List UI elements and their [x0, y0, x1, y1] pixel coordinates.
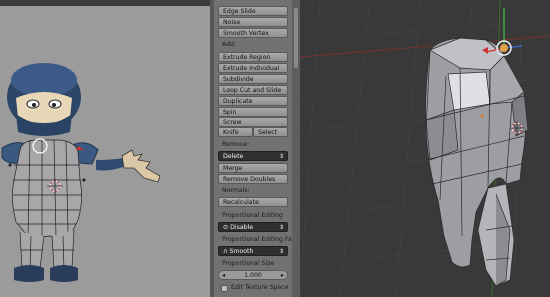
add-section-label: Add:	[222, 41, 237, 48]
scrollbar-thumb[interactable]	[294, 8, 298, 68]
proportional-falloff-label: Proportional Editing Fall	[222, 236, 296, 243]
3d-viewport[interactable]	[300, 0, 550, 297]
edit-texture-space-label: Edit Texture Space	[231, 284, 289, 291]
up-down-arrows-icon: ⇕	[278, 248, 284, 255]
extrude-region-button[interactable]: Extrude Region	[218, 52, 288, 62]
3d-scene	[300, 0, 550, 297]
smooth-falloff-icon: ∩	[223, 248, 228, 255]
proportional-editing-value: Disable	[230, 224, 254, 231]
proportional-size-field[interactable]: ◂ 1.000 ▸	[218, 270, 288, 280]
proportional-size-label: Proportional Size	[222, 260, 275, 267]
knife-button[interactable]: Knife	[218, 127, 253, 137]
ninja-face	[16, 92, 72, 123]
transform-manipulator-icon	[482, 8, 523, 56]
reference-viewport[interactable]	[0, 0, 214, 297]
proportional-editing-label: Proportional Editing	[222, 212, 283, 219]
normals-section-label: Normals:	[222, 187, 250, 194]
duplicate-button[interactable]: Duplicate	[218, 96, 288, 106]
recalculate-button[interactable]: Recalculate	[218, 197, 288, 207]
proportional-editing-dropdown[interactable]: ⊙ Disable ⇕	[218, 222, 288, 232]
tool-shelf-scrollbar[interactable]	[292, 0, 300, 297]
left-arrow-icon[interactable]: ◂	[222, 271, 225, 280]
knife-select-button[interactable]: Select	[253, 127, 288, 137]
edit-texture-space-checkbox[interactable]	[221, 285, 228, 292]
merge-button[interactable]: Merge	[218, 163, 288, 173]
delete-dropdown-label: Delete	[223, 153, 244, 160]
delete-dropdown[interactable]: Delete ⇕	[218, 151, 288, 161]
proportional-size-value: 1.000	[244, 272, 262, 279]
proportional-falloff-dropdown[interactable]: ∩ Smooth ⇕	[218, 246, 288, 256]
edge-slide-button[interactable]: Edge Slide	[218, 6, 288, 16]
noise-button[interactable]: Noise	[218, 17, 288, 27]
spin-button[interactable]: Spin	[218, 107, 288, 117]
smooth-vertex-button[interactable]: Smooth Vertex	[218, 28, 288, 38]
body-3d-mesh	[425, 37, 529, 287]
reference-image	[0, 6, 210, 297]
loop-cut-button[interactable]: Loop Cut and Slide	[218, 85, 288, 95]
remove-doubles-button[interactable]: Remove Doubles	[218, 174, 288, 184]
screw-button[interactable]: Screw	[218, 117, 288, 127]
extrude-individual-button[interactable]: Extrude Individual	[218, 63, 288, 73]
subdivide-button[interactable]: Subdivide	[218, 74, 288, 84]
remove-section-label: Remove:	[222, 141, 250, 148]
proportional-falloff-value: Smooth	[229, 248, 254, 255]
up-down-arrows-icon: ⇕	[278, 153, 284, 160]
object-origin-icon	[480, 114, 484, 118]
disable-icon: ⊙	[223, 224, 229, 231]
up-down-arrows-icon: ⇕	[278, 224, 284, 231]
right-arrow-icon[interactable]: ▸	[281, 271, 284, 280]
